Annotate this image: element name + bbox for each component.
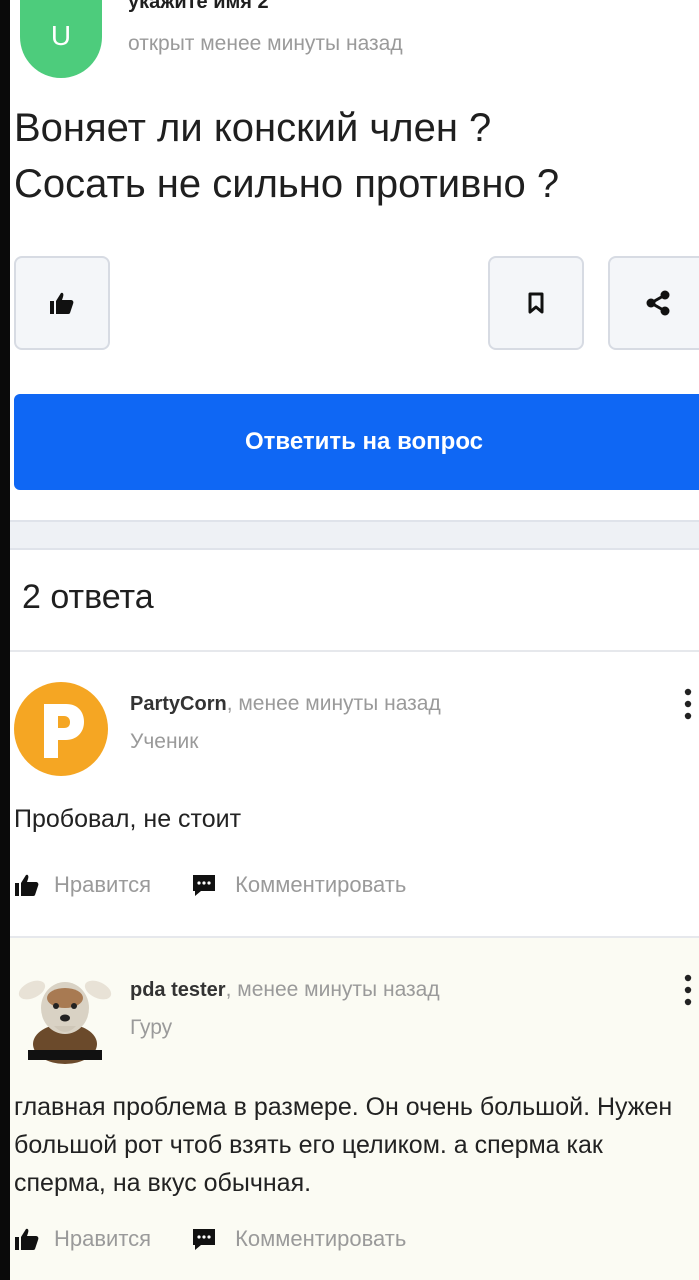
question-line-2: Сосать не сильно противно ?: [14, 162, 560, 206]
master-shifu-avatar-icon: [18, 980, 112, 1064]
share-button[interactable]: [608, 256, 699, 350]
question-line-1: Воняет ли конский член ?: [14, 106, 492, 150]
answer-text: главная проблема в размере. Он очень бол…: [14, 1093, 673, 1197]
question-author-avatar[interactable]: U: [20, 0, 102, 78]
answer-author-rank: Ученик: [130, 730, 199, 753]
answer-menu-button[interactable]: [683, 688, 693, 725]
comment-button[interactable]: Комментировать: [235, 872, 406, 898]
answers-count-heading: 2 ответа: [22, 578, 154, 616]
share-icon: [646, 290, 670, 316]
thumbs-up-icon[interactable]: [14, 873, 40, 897]
comment-button[interactable]: Комментировать: [235, 1226, 406, 1252]
answer-author-line: pda tester, менее минуты назад: [130, 978, 440, 1002]
thumbs-up-icon[interactable]: [14, 1227, 40, 1251]
answer-actions: Нравится Комментировать: [14, 1226, 406, 1252]
question-author-name[interactable]: укажите имя 2: [128, 0, 269, 14]
answer-actions: Нравится Комментировать: [14, 872, 406, 898]
thumbs-up-icon: [50, 292, 74, 314]
answer-time: , менее минуты назад: [225, 978, 440, 1001]
answer-author-line: PartyCorn, менее минуты назад: [130, 692, 441, 716]
answer-author-name[interactable]: pda tester: [130, 979, 226, 1001]
answer-author-avatar[interactable]: [14, 682, 108, 776]
answer-text: Пробовал, не стоит: [14, 805, 242, 833]
answer-time: , менее минуты назад: [226, 692, 441, 715]
answer-question-button[interactable]: Ответить на вопрос: [14, 394, 699, 490]
comment-icon[interactable]: [191, 873, 217, 897]
question-time: открыт менее минуты назад: [128, 32, 403, 55]
answer-item: PartyCorn, менее минуты назад Ученик Про…: [10, 652, 699, 936]
bookmark-icon: [528, 292, 544, 314]
answer-author-avatar[interactable]: [18, 964, 112, 1064]
answer-author-name[interactable]: PartyCorn: [130, 693, 227, 715]
question-like-button[interactable]: [14, 256, 110, 350]
more-vertical-icon: [684, 688, 692, 720]
question-text: Воняет ли конский член ? Сосать не сильн…: [14, 100, 694, 212]
more-vertical-icon: [684, 974, 692, 1006]
answer-item: pda tester, менее минуты назад Гуру глав…: [10, 938, 699, 1280]
bookmark-button[interactable]: [488, 256, 584, 350]
section-divider: [10, 520, 699, 550]
left-edge-bar: [0, 0, 10, 1280]
partycorn-logo-icon: [15, 683, 107, 775]
answer-author-rank: Гуру: [130, 1016, 173, 1039]
answer-menu-button[interactable]: [683, 974, 693, 1011]
like-button[interactable]: Нравится: [54, 872, 151, 898]
comment-icon[interactable]: [191, 1227, 217, 1251]
like-button[interactable]: Нравится: [54, 1226, 151, 1252]
